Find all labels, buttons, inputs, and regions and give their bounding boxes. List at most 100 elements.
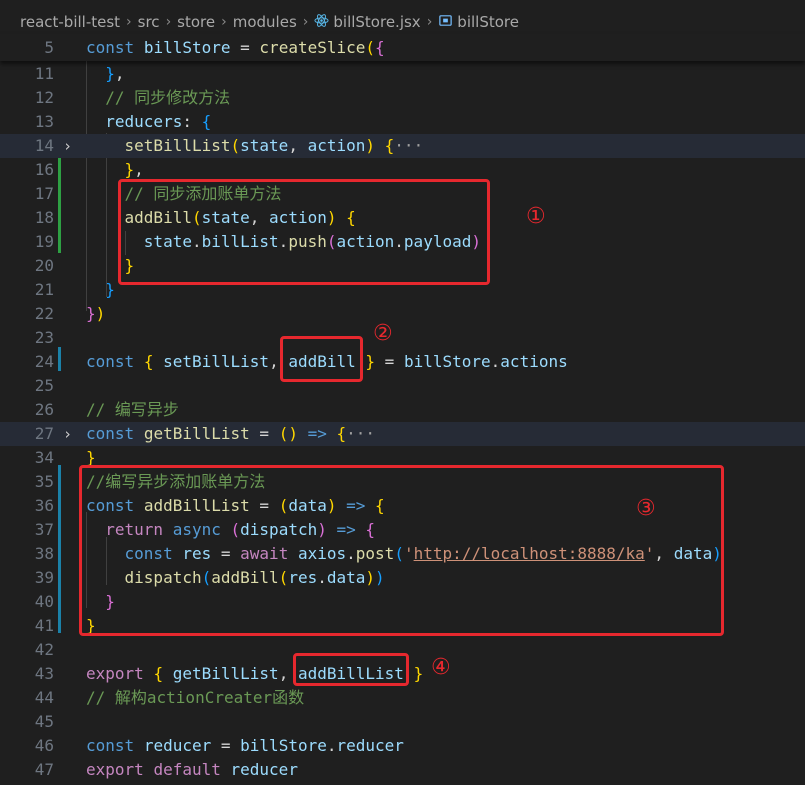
- code-line[interactable]: 47 export default reducer: [0, 758, 805, 782]
- code-token: default: [153, 760, 221, 779]
- line-number: 19: [34, 232, 54, 251]
- code-line[interactable]: 12 // 同步修改方法: [0, 86, 805, 110]
- code-line[interactable]: 24 const { setBillList, addBill } = billS…: [0, 350, 805, 374]
- line-number: 39: [34, 568, 54, 587]
- code-text: // 同步修改方法: [86, 86, 230, 110]
- line-number: 38: [34, 544, 54, 563]
- code-line[interactable]: 46 const reducer = billStore.reducer: [0, 734, 805, 758]
- code-line[interactable]: 13 reducers: {: [0, 110, 805, 134]
- code-token: .: [490, 352, 501, 371]
- code-token: export: [86, 664, 144, 683]
- line-number: 16: [34, 160, 54, 179]
- line-number: 43: [34, 664, 54, 683]
- line-number: 17: [34, 184, 54, 203]
- line-number: 11: [34, 64, 54, 83]
- code-line[interactable]: 14 › setBillList(state, action) {···: [0, 134, 805, 158]
- code-line[interactable]: 45: [0, 710, 805, 734]
- breadcrumb-item[interactable]: src: [138, 13, 160, 31]
- line-number: 46: [34, 736, 54, 755]
- code-token: {: [201, 112, 212, 131]
- code-token: ,: [134, 160, 144, 179]
- code-token: ···: [394, 136, 424, 155]
- code-token: {: [153, 664, 164, 683]
- code-text: }: [86, 278, 115, 302]
- code-text: const getBillList = () => {···: [86, 422, 375, 446]
- code-line[interactable]: 26 // 编写异步: [0, 398, 805, 422]
- line-number: 24: [34, 352, 54, 371]
- code-token: setBillList: [163, 352, 270, 371]
- annotation-box-2: [280, 336, 363, 382]
- code-token: :: [182, 112, 202, 131]
- code-token: }: [365, 352, 376, 371]
- code-text: },: [86, 62, 125, 86]
- code-text: const billStore = createSlice({: [86, 34, 385, 61]
- annotation-box-1: [118, 179, 490, 285]
- code-token: state: [240, 136, 289, 155]
- fold-chevron-icon[interactable]: ›: [63, 134, 72, 158]
- code-token: createSlice: [259, 38, 366, 57]
- line-number: 23: [34, 328, 54, 347]
- code-token: const: [86, 352, 135, 371]
- code-text: }): [86, 302, 105, 326]
- code-token: }: [105, 64, 115, 83]
- code-token: reducer: [336, 736, 404, 755]
- code-token: }: [413, 664, 424, 683]
- code-token: // 解构actionCreater函数: [86, 688, 305, 707]
- breadcrumb-separator: ›: [126, 14, 132, 30]
- code-token: reducer: [230, 760, 298, 779]
- line-number: 40: [34, 592, 54, 611]
- code-token: }: [86, 304, 96, 323]
- code-token: billStore: [403, 352, 491, 371]
- code-token: {: [384, 136, 395, 155]
- sticky-scroll-line[interactable]: 5 const billStore = createSlice({: [0, 34, 805, 61]
- code-token: (): [278, 424, 298, 443]
- breadcrumb-separator: ›: [165, 14, 172, 30]
- breadcrumb-item[interactable]: billStore: [457, 13, 519, 31]
- code-token: const: [86, 736, 135, 755]
- code-token: {: [143, 352, 154, 371]
- line-number: 26: [34, 400, 54, 419]
- code-line[interactable]: 27 › const getBillList = () => {···: [0, 422, 805, 446]
- line-number: 25: [34, 376, 54, 395]
- line-number: 5: [44, 38, 54, 57]
- code-line[interactable]: 23: [0, 326, 805, 350]
- breadcrumb-item[interactable]: modules: [233, 13, 297, 31]
- symbol-variable-icon: [438, 13, 453, 32]
- code-token: =>: [307, 424, 327, 443]
- code-token: ,: [114, 64, 125, 83]
- code-line[interactable]: 25: [0, 374, 805, 398]
- code-token: ,: [288, 136, 308, 155]
- breadcrumb-item[interactable]: react-bill-test: [20, 13, 120, 31]
- code-line[interactable]: 22}): [0, 302, 805, 326]
- breadcrumb-item[interactable]: billStore.jsx: [333, 13, 420, 31]
- line-number: 35: [34, 472, 54, 491]
- line-number: 27: [34, 424, 54, 443]
- breadcrumb-separator: ›: [221, 14, 227, 30]
- code-token: ): [365, 136, 376, 155]
- code-token: reducers: [105, 112, 183, 131]
- breadcrumb-item[interactable]: store: [177, 13, 215, 31]
- code-token: setBillList: [124, 136, 231, 155]
- code-token: {: [375, 38, 385, 57]
- line-number: 12: [34, 88, 54, 107]
- react-file-icon: [314, 13, 329, 32]
- code-token: =: [375, 352, 404, 371]
- fold-chevron-icon[interactable]: ›: [63, 422, 72, 446]
- line-number: 44: [34, 688, 54, 707]
- line-number: 42: [34, 640, 54, 659]
- line-number: 47: [34, 760, 54, 779]
- code-line[interactable]: 44 // 解构actionCreater函数: [0, 686, 805, 710]
- code-token: =: [230, 38, 260, 57]
- code-line[interactable]: 11 },: [0, 62, 805, 86]
